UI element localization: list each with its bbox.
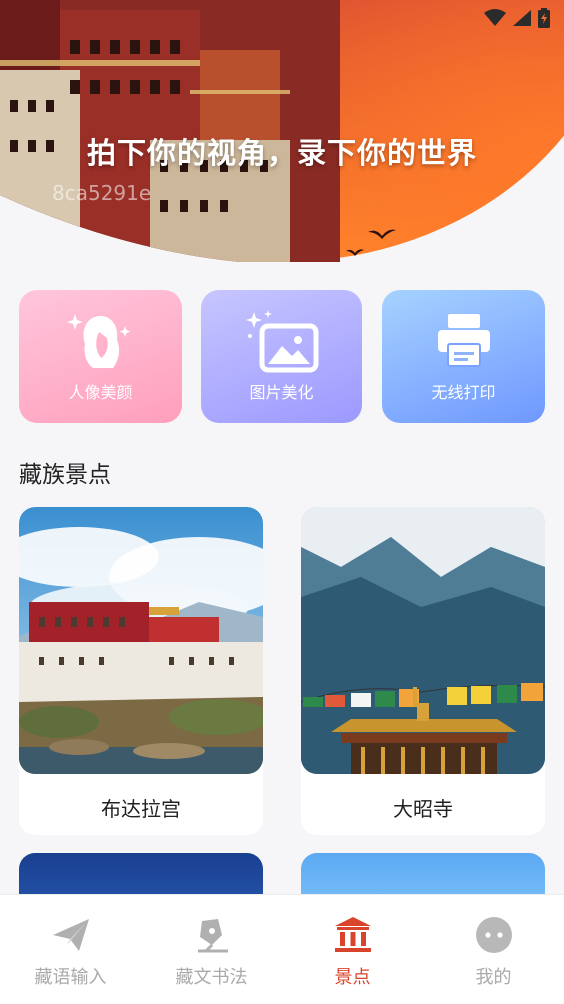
temple-icon xyxy=(334,917,371,952)
printer-icon xyxy=(437,314,490,367)
feature-label: 无线打印 xyxy=(431,383,496,402)
image-enhance-button[interactable]: 图片美化 xyxy=(201,290,362,423)
tab-tibetan-input[interactable]: 藏语输入 xyxy=(0,895,141,1004)
wireless-print-button[interactable]: 无线打印 xyxy=(382,290,545,423)
attraction-image xyxy=(19,507,263,774)
attraction-name: 布达拉宫 xyxy=(101,797,181,821)
tab-label: 藏文书法 xyxy=(175,967,248,988)
bird-icon xyxy=(368,229,396,239)
calligraphy-pen-icon xyxy=(197,919,228,953)
hero-title: 拍下你的视角，录下你的世界 xyxy=(86,136,477,170)
paper-plane-icon xyxy=(52,919,89,951)
attraction-name: 大昭寺 xyxy=(393,797,453,821)
bird-icon xyxy=(346,249,364,256)
tab-tibetan-calligraphy[interactable]: 藏文书法 xyxy=(141,895,282,1004)
tab-label: 景点 xyxy=(334,967,371,988)
section-title: 藏族景点 xyxy=(19,462,111,488)
profile-chat-icon xyxy=(475,917,512,953)
bottom-tab-bar: 藏语输入 藏文书法 景点 我的 xyxy=(0,894,564,1004)
tab-label: 藏语输入 xyxy=(34,967,107,988)
battery-icon xyxy=(538,8,550,28)
wifi-icon xyxy=(484,9,506,26)
status-bar xyxy=(484,6,550,30)
feature-label: 图片美化 xyxy=(249,383,314,402)
attraction-card-potala[interactable]: 布达拉宫 xyxy=(19,507,263,835)
hero-banner: 拍下你的视角，录下你的世界 8ca5291e xyxy=(0,0,564,262)
portrait-beauty-icon xyxy=(66,314,130,368)
signal-icon xyxy=(513,10,531,26)
image-enhance-icon xyxy=(245,310,318,373)
feature-label: 人像美颜 xyxy=(68,383,133,402)
tab-attractions[interactable]: 景点 xyxy=(282,895,423,1004)
tab-label: 我的 xyxy=(475,967,512,988)
attraction-image xyxy=(301,507,545,774)
hero-subtitle: 8ca5291e xyxy=(52,181,152,205)
portrait-beauty-button[interactable]: 人像美颜 xyxy=(19,290,182,423)
attraction-card-jokhang[interactable]: 大昭寺 xyxy=(301,507,545,835)
tab-profile[interactable]: 我的 xyxy=(423,895,564,1004)
